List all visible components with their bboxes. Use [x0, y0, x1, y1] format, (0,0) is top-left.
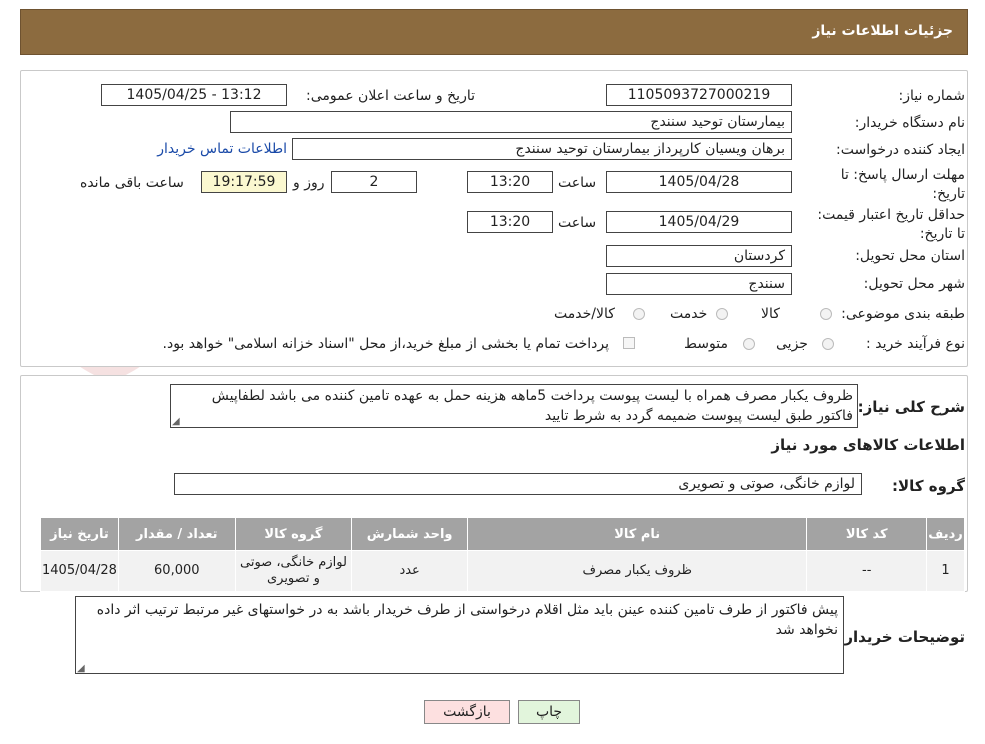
reply-time-word: ساعت — [558, 175, 597, 191]
announce-label: تاریخ و ساعت اعلان عمومی: — [306, 88, 475, 104]
back-button[interactable]: بازگشت — [424, 700, 510, 724]
category-option-goods: کالا — [761, 306, 780, 322]
remaining-time-field: 19:17:59 — [201, 171, 287, 193]
col-qty: تعداد / مقدار — [117, 517, 236, 551]
table-row: 1 -- ظروف یکبار مصرف عدد لوازم خانگی، صو… — [40, 550, 965, 592]
announce-field: 1405/04/25 - 13:12 — [101, 84, 287, 106]
need-number-label: شماره نیاز: — [898, 88, 966, 104]
col-code: کد کالا — [806, 517, 928, 551]
price-time-field: 13:20 — [467, 211, 553, 233]
category-radio-goods-service[interactable] — [633, 308, 645, 320]
page-title: جزئیات اطلاعات نیاز — [812, 23, 953, 39]
city-field: سنندج — [606, 273, 792, 295]
need-number-field: 1105093727000219 — [606, 84, 792, 106]
city-label: شهر محل تحویل: — [863, 276, 965, 292]
province-label: استان محل تحویل: — [855, 248, 965, 264]
cell-date: 1405/04/28 — [40, 550, 119, 592]
cell-name: ظروف یکبار مصرف — [466, 550, 808, 592]
reply-date-field: 1405/04/28 — [606, 171, 792, 193]
payment-note: پرداخت تمام یا بخشی از مبلغ خرید،از محل … — [162, 336, 609, 352]
buyer-org-label: نام دستگاه خریدار: — [854, 115, 965, 131]
print-button[interactable]: چاپ — [518, 700, 580, 724]
col-row: ردیف — [926, 517, 965, 551]
cell-code: -- — [806, 550, 928, 592]
process-label: نوع فرآیند خرید : — [866, 336, 965, 352]
table-header-row: ردیف کد کالا نام کالا واحد شمارش گروه کا… — [40, 517, 965, 551]
goods-group-label: گروه کالا: — [892, 477, 965, 495]
price-date-field: 1405/04/29 — [606, 211, 792, 233]
price-validity-label: حداقل تاریخ اعتبار قیمت: تا تاریخ: — [817, 207, 965, 242]
resize-handle-icon[interactable]: ◢ — [172, 416, 180, 427]
goods-group-field: لوازم خانگی، صوتی و تصویری — [174, 473, 862, 495]
page-header: جزئیات اطلاعات نیاز — [20, 9, 968, 55]
process-radio-minor[interactable] — [822, 338, 834, 350]
description-label: شرح کلی نیاز: — [857, 398, 965, 416]
cell-qty: 60,000 — [117, 550, 236, 592]
process-radio-medium[interactable] — [743, 338, 755, 350]
category-radio-goods[interactable] — [820, 308, 832, 320]
buyer-notes-label: توضیحات خریدار: — [838, 628, 965, 646]
buyer-org-field: بیمارستان توحید سنندج — [230, 111, 792, 133]
goods-section-title: اطلاعات کالاهای مورد نیاز — [771, 436, 965, 454]
cell-group: لوازم خانگی، صوتی و تصویری — [234, 550, 353, 592]
days-word: روز و — [293, 175, 325, 191]
col-unit: واحد شمارش — [351, 517, 468, 551]
buyer-contact-link[interactable]: اطلاعات تماس خریدار — [157, 141, 287, 157]
process-option-minor: جزیی — [776, 336, 808, 352]
creator-label: ایجاد کننده درخواست: — [836, 142, 965, 158]
buyer-notes-box: پیش فاکتور از طرف تامین کننده عینن باید … — [75, 596, 844, 674]
items-table: ردیف کد کالا نام کالا واحد شمارش گروه کا… — [40, 517, 965, 592]
remaining-word: ساعت باقی مانده — [80, 175, 184, 191]
category-label: طبقه بندی موضوعی: — [841, 306, 965, 322]
description-box: ظروف یکبار مصرف همراه با لیست پیوست پردا… — [170, 384, 858, 428]
resize-handle-icon[interactable]: ◢ — [77, 663, 85, 674]
treasury-checkbox[interactable] — [623, 337, 635, 349]
province-field: کردستان — [606, 245, 792, 267]
col-date: تاریخ نیاز — [40, 517, 119, 551]
cell-row: 1 — [926, 550, 965, 592]
days-field: 2 — [331, 171, 417, 193]
cell-unit: عدد — [351, 550, 468, 592]
category-option-service: خدمت — [670, 306, 708, 322]
creator-field: برهان ویسیان کارپرداز بیمارستان توحید سن… — [292, 138, 792, 160]
reply-deadline-label: مهلت ارسال پاسخ: تا تاریخ: — [840, 167, 965, 202]
process-option-medium: متوسط — [684, 336, 728, 352]
col-group: گروه کالا — [234, 517, 353, 551]
category-option-goods-service: کالا/خدمت — [554, 306, 615, 322]
price-time-word: ساعت — [558, 215, 597, 231]
category-radio-service[interactable] — [716, 308, 728, 320]
col-name: نام کالا — [466, 517, 808, 551]
reply-time-field: 13:20 — [467, 171, 553, 193]
